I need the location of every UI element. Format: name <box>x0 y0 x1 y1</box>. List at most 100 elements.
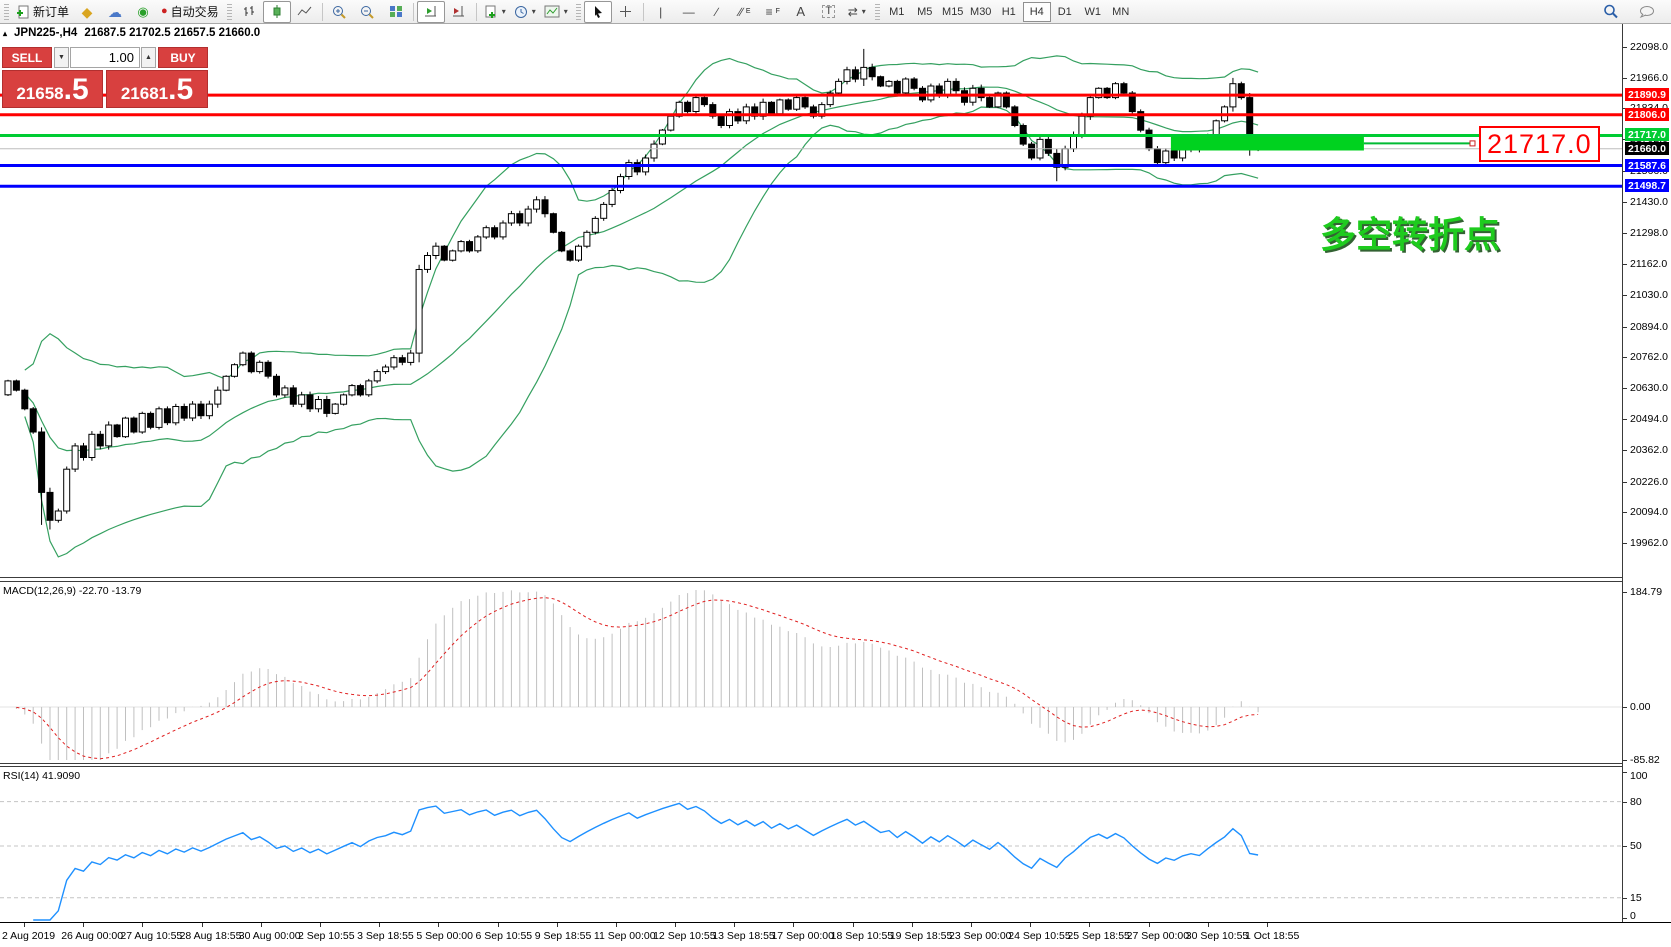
chart-area: 22098.021966.021834.021702.021566.021430… <box>0 0 1671 947</box>
rsi-axis-label: 100 <box>1630 770 1648 782</box>
macd-indicator-panel[interactable] <box>0 582 1622 763</box>
volume-input[interactable]: 1.00 <box>70 47 140 68</box>
price-tick-mark <box>1623 78 1627 79</box>
macd-label: MACD(12,26,9) -22.70 -13.79 <box>3 585 141 597</box>
price-tick-label: 19962.0 <box>1630 537 1668 549</box>
macd-axis-tick <box>1623 592 1627 593</box>
sell-price-display[interactable]: 21658 .5 <box>2 70 103 108</box>
tab-timeframe-h1[interactable]: H1 <box>995 2 1023 22</box>
price-tag: 21717.0 <box>1625 128 1669 141</box>
templates-button[interactable]: ▾ <box>540 1 572 23</box>
time-tick-mark <box>438 923 439 927</box>
autotrading-button[interactable]: ● 自动交易 <box>157 1 223 23</box>
macd-axis-tick <box>1623 760 1627 761</box>
tab-timeframe-w1[interactable]: W1 <box>1079 2 1107 22</box>
fibonacci-icon: ≡ <box>766 6 773 18</box>
tab-timeframe-h4[interactable]: H4 <box>1023 2 1051 22</box>
cursor-arrow-icon <box>592 5 604 18</box>
time-tick-label: 27 Sep 00:00 <box>1127 930 1189 942</box>
time-tick-mark <box>1030 923 1031 927</box>
rsi-indicator-panel[interactable] <box>0 767 1622 922</box>
zoom-in-button[interactable] <box>326 1 354 23</box>
price-tick-label: 21430.0 <box>1630 196 1668 208</box>
toolbar-grip <box>227 4 232 20</box>
macd-axis-tick <box>1623 707 1627 708</box>
price-tick-mark <box>1623 419 1627 420</box>
time-tick-mark <box>1267 923 1268 927</box>
price-scale[interactable]: 22098.021966.021834.021702.021566.021430… <box>1623 0 1671 947</box>
time-tick-mark <box>379 923 380 927</box>
cursor-button[interactable] <box>584 1 612 23</box>
fibonacci-button[interactable]: ≡F <box>759 1 787 23</box>
chart-shift-button[interactable] <box>445 1 473 23</box>
tab-timeframe-m5[interactable]: M5 <box>911 2 939 22</box>
text-label-icon: T <box>822 5 835 18</box>
tab-timeframe-m15[interactable]: M15 <box>939 2 967 22</box>
crosshair-button[interactable] <box>612 1 640 23</box>
new-order-icon <box>16 5 30 19</box>
tab-timeframe-m30[interactable]: M30 <box>967 2 995 22</box>
auto-scroll-button[interactable] <box>417 1 445 23</box>
time-tick-mark <box>971 923 972 927</box>
zoom-out-button[interactable] <box>354 1 382 23</box>
trendline-button[interactable]: ∕ <box>703 1 731 23</box>
price-tag: 21587.6 <box>1625 159 1669 172</box>
time-tick-mark <box>616 923 617 927</box>
arrows-button[interactable]: ⇄▾ <box>843 1 871 23</box>
search-button[interactable] <box>1597 1 1625 23</box>
text-button[interactable]: A <box>787 1 815 23</box>
candlestick-chart-button[interactable] <box>263 1 291 23</box>
time-tick-label: 18 Sep 10:55 <box>831 930 893 942</box>
equidistant-channel-button[interactable]: ∕∕E <box>731 1 759 23</box>
buy-price-display[interactable]: 21681 .5 <box>106 70 208 108</box>
time-tick-mark <box>202 923 203 927</box>
time-tick-mark <box>912 923 913 927</box>
toolbar-grip <box>875 4 880 20</box>
highlighted-price-label[interactable]: 21717.0 <box>1479 126 1600 162</box>
price-tick-label: 21162.0 <box>1630 258 1667 270</box>
gold-icon: ◆ <box>82 5 93 19</box>
horizontal-line-button[interactable]: — <box>675 1 703 23</box>
horizontal-line-icon: — <box>683 6 695 18</box>
time-axis[interactable]: 2 Aug 201926 Aug 00:0027 Aug 10:5528 Aug… <box>0 922 1671 947</box>
community-button[interactable]: ☁ <box>101 1 129 23</box>
cloud-user-icon: ☁ <box>108 5 122 19</box>
tab-timeframe-m1[interactable]: M1 <box>883 2 911 22</box>
symbol-period: JPN225-,H4 <box>14 27 77 39</box>
text-label-button[interactable]: T <box>815 1 843 23</box>
macd-axis-label: 184.79 <box>1630 586 1662 598</box>
time-tick-label: 9 Sep 18:55 <box>535 930 592 942</box>
signals-button[interactable]: ◉ <box>129 1 157 23</box>
volume-decrease-button[interactable]: ▼ <box>54 47 69 68</box>
periods-button[interactable]: ▾ <box>510 1 540 23</box>
bar-chart-button[interactable] <box>235 1 263 23</box>
chevron-down-icon: ▾ <box>862 7 866 16</box>
rsi-axis-label: 15 <box>1630 892 1642 904</box>
toolbar-separator <box>643 3 644 21</box>
vertical-line-button[interactable]: | <box>647 1 675 23</box>
price-tick-label: 20894.0 <box>1630 321 1668 333</box>
time-tick-mark <box>734 923 735 927</box>
line-chart-button[interactable] <box>291 1 319 23</box>
new-order-button[interactable]: 新订单 <box>12 1 73 23</box>
volume-increase-button[interactable]: ▲ <box>141 47 156 68</box>
time-tick-label: 3 Sep 18:55 <box>357 930 414 942</box>
buy-button[interactable]: BUY <box>158 47 208 68</box>
price-tick-label: 20226.0 <box>1630 476 1668 488</box>
time-tick-label: 12 Sep 10:55 <box>653 930 715 942</box>
time-tick-mark <box>24 923 25 927</box>
indicators-button[interactable]: ▾ <box>480 1 510 23</box>
price-tick-mark <box>1623 327 1627 328</box>
main-price-chart[interactable] <box>0 24 1622 577</box>
chat-button[interactable] <box>1633 1 1661 23</box>
time-tick-label: 17 Sep 00:00 <box>771 930 833 942</box>
toolbar-separator <box>476 3 477 21</box>
main-toolbar: 新订单 ◆ ☁ ◉ ● 自动交易 ▾ ▾ ▾ | — ∕ ∕∕E ≡F A <box>0 0 1671 24</box>
one-click-trading-panel: SELL ▼ 1.00 ▲ BUY 21658 .5 21681 .5 <box>2 47 208 108</box>
sell-button[interactable]: SELL <box>2 47 52 68</box>
market-watch-button[interactable]: ◆ <box>73 1 101 23</box>
tile-windows-button[interactable] <box>382 1 410 23</box>
tab-timeframe-mn[interactable]: MN <box>1107 2 1135 22</box>
tab-timeframe-d1[interactable]: D1 <box>1051 2 1079 22</box>
time-tick-mark <box>142 923 143 927</box>
